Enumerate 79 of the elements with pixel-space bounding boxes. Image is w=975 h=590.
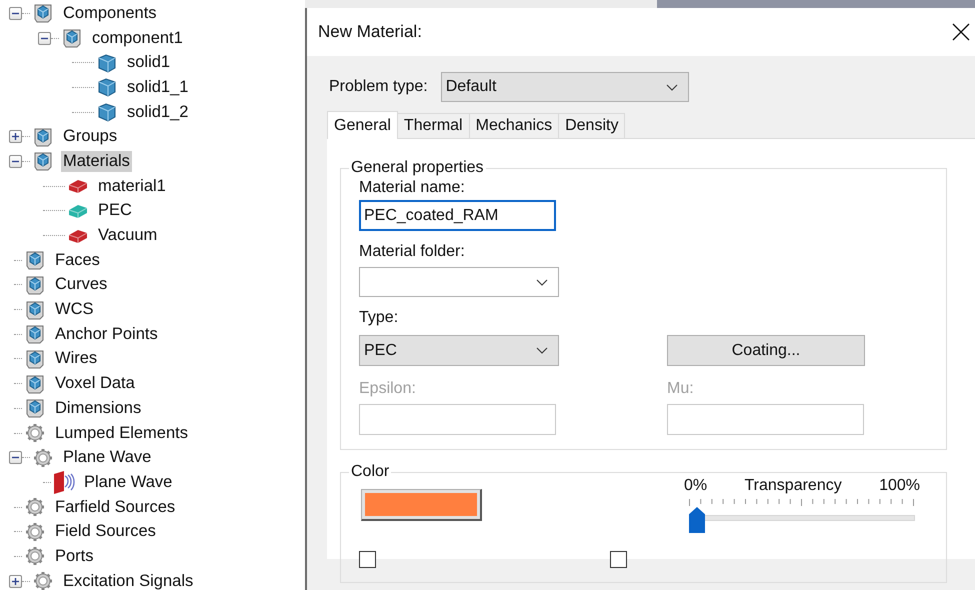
tab[interactable]: Density [558, 113, 626, 138]
type-dropdown[interactable]: PEC [359, 335, 559, 366]
tree-item[interactable]: Materials [61, 150, 132, 172]
cube-folder-icon [24, 397, 46, 420]
tree-item[interactable]: Components [61, 2, 159, 24]
expand-toggle[interactable] [9, 130, 22, 144]
plus-icon [12, 578, 19, 585]
block-icon [96, 101, 118, 124]
gear-icon [24, 520, 46, 543]
plane-wave-icon [53, 470, 75, 494]
cube-folder-icon [24, 323, 46, 346]
tree-item[interactable]: Field Sources [53, 521, 158, 542]
tree-item[interactable]: Farfield Sources [53, 496, 178, 518]
tree-item[interactable]: Curves [53, 274, 110, 296]
chevron-down-icon [536, 278, 548, 286]
max-percent-label: 100% [879, 477, 920, 495]
chevron-down-icon [536, 347, 548, 354]
gear-icon [24, 422, 46, 444]
cube-folder-icon [24, 372, 46, 395]
material-name-label: Material name: [359, 179, 466, 197]
transparency-slider[interactable] [689, 499, 915, 533]
tree-item[interactable]: Voxel Data [53, 373, 137, 394]
type-label: Type: [359, 309, 400, 327]
gear-icon [32, 446, 54, 469]
tree-item[interactable]: Anchor Points [53, 324, 160, 345]
color-swatch-button[interactable] [361, 489, 482, 521]
mu-label: Mu: [667, 380, 695, 398]
coating-button[interactable]: Coating... [667, 335, 865, 366]
close-icon [952, 23, 970, 41]
problem-type-dropdown[interactable]: Default [440, 72, 689, 102]
tree-item[interactable]: Excitation Signals [61, 570, 196, 590]
cube-folder-icon [61, 27, 83, 50]
tab[interactable]: General [327, 111, 398, 139]
tree-item[interactable]: WCS [53, 299, 96, 320]
group-title: General properties [350, 159, 485, 177]
cube-folder-icon [32, 2, 54, 24]
cube-folder-icon [24, 249, 46, 272]
cube-folder-icon [24, 348, 46, 370]
epsilon-label: Epsilon: [359, 380, 417, 398]
group-title: Color [350, 463, 390, 481]
block-icon [96, 52, 118, 74]
expand-toggle[interactable] [9, 574, 22, 588]
block-icon [96, 76, 118, 98]
checkbox[interactable] [610, 551, 627, 568]
tree-item[interactable]: Ports [53, 546, 96, 567]
tree-item[interactable]: solid1 [125, 52, 172, 74]
dialog-title: New Material: [318, 22, 422, 42]
tree-item[interactable]: solid1_1 [125, 76, 190, 98]
slider-thumb[interactable] [689, 507, 705, 533]
tree-item[interactable]: Vacuum [96, 225, 160, 246]
tree-item[interactable]: PEC [96, 200, 134, 222]
tree-item[interactable]: Lumped Elements [53, 422, 190, 444]
collapse-toggle[interactable] [38, 32, 51, 45]
tree-item[interactable]: solid1_2 [125, 102, 190, 123]
cube-folder-icon [32, 126, 54, 148]
material-name-input[interactable]: PEC_coated_RAM [359, 200, 556, 231]
material-folder-label: Material folder: [359, 243, 466, 261]
tree-item[interactable]: component1 [90, 28, 185, 49]
tree-item[interactable]: Dimensions [53, 398, 144, 419]
checkbox[interactable] [359, 551, 376, 568]
collapse-toggle[interactable] [9, 6, 22, 20]
problem-type-label: Problem type: [329, 78, 428, 96]
collapse-toggle[interactable] [9, 451, 22, 464]
tree-item[interactable]: material1 [96, 176, 168, 197]
tree-item[interactable]: Plane Wave [82, 472, 174, 493]
cube-folder-icon [24, 274, 46, 296]
cube-folder-icon [24, 298, 46, 321]
tree-item[interactable]: Plane Wave [61, 447, 154, 468]
gear-icon [24, 545, 46, 568]
cube-folder-icon [32, 150, 54, 172]
plus-icon [12, 133, 19, 140]
tree-item[interactable]: Faces [53, 250, 102, 271]
min-percent-label: 0% [684, 477, 708, 495]
transparency-label: Transparency [744, 477, 842, 495]
chevron-down-icon [666, 84, 678, 90]
gear-icon [24, 496, 46, 518]
tree-item[interactable]: Wires [53, 348, 100, 370]
collapse-toggle[interactable] [9, 154, 22, 168]
tree-item[interactable]: Groups [61, 126, 120, 148]
